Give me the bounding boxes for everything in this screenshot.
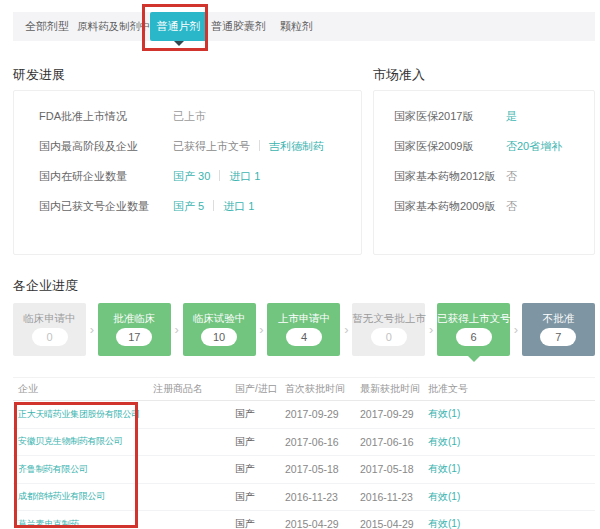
origin-cell: 国产 [235,462,285,476]
origin-cell: 国产 [235,407,285,421]
license-link[interactable]: 有效(1) [428,490,595,504]
domestic-count-link[interactable]: 国产 30 [173,170,210,182]
row-value: 已上市 [173,110,206,122]
first-approval-cell: 2017-06-16 [285,436,360,448]
chevron-right-icon [259,303,263,356]
row-label: 国家医保2009版 [394,131,506,161]
origin-cell: 国产 [235,517,285,529]
row-value: 已获得上市文号 [173,140,250,152]
row-label: 国家基本药物2009版 [394,191,506,221]
tab-granule[interactable]: 颗粒剂 [280,12,313,41]
stage-count: 17 [116,328,152,346]
import-count-link[interactable]: 进口 1 [223,200,254,212]
chevron-right-icon [175,303,179,356]
first-approval-cell: 2016-11-23 [285,491,360,503]
first-approval-cell: 2017-05-18 [285,463,360,475]
market-access-title: 市场准入 [373,66,425,84]
row-label: 国内在研企业数量 [39,161,173,191]
stage-count: 0 [371,328,407,346]
stage-count: 4 [286,328,322,346]
row-label: 国家医保2017版 [394,101,506,131]
chevron-right-icon [344,303,348,356]
row-value: 否20省增补 [506,140,562,152]
stage-label: 暂无文号批上市 [352,311,425,325]
row-value: 是 [506,110,517,122]
tab-capsule[interactable]: 普通胶囊剂 [211,12,266,41]
stage-count: 6 [456,328,492,346]
rnd-progress-title: 研发进展 [13,66,65,84]
chevron-right-icon [514,303,518,356]
first-approval-cell: 2017-09-29 [285,408,360,420]
license-link[interactable]: 有效(1) [428,462,595,476]
table-header: 企业 注册商品名 国产/进口 首次获批时间 最新获批时间 批准文号 [13,378,595,401]
company-link[interactable]: 吉利德制药 [269,140,324,152]
divider [219,170,220,181]
col-brand: 注册商品名 [153,382,235,396]
col-first-approval: 首次获批时间 [285,382,360,396]
progress-stage-row: 临床申请中 0 批准临床 17 临床试验中 10 上市申请中 4 暂无文号批上市 0 已获… [13,303,595,356]
red-annotation-box-tab [142,4,208,51]
chevron-right-icon [90,303,94,356]
license-link[interactable]: 有效(1) [428,517,595,529]
market-row-essential-2009: 国家基本药物2009版否 [394,191,517,221]
stage-marketing-application[interactable]: 上市申请中 4 [267,303,340,356]
red-annotation-box-companies [14,402,138,528]
import-count-link[interactable]: 进口 1 [229,170,260,182]
stage-label: 临床试验中 [183,311,256,325]
col-license: 批准文号 [428,382,595,396]
license-link[interactable]: 有效(1) [428,407,595,421]
row-value: 否 [506,170,517,182]
stage-label: 不批准 [522,311,595,325]
row-label: FDA批准上市情况 [39,101,173,131]
row-value: 否 [506,200,517,212]
market-row-essential-2012: 国家基本药物2012版否 [394,161,517,191]
chevron-right-icon [429,303,433,356]
stage-label: 临床申请中 [13,311,86,325]
stage-no-license-approved[interactable]: 暂无文号批上市 0 [352,303,425,356]
stage-label: 批准临床 [98,311,171,325]
stage-label: 上市申请中 [267,311,340,325]
rnd-row-licensed-count: 国内已获文号企业数量国产 5 进口 1 [39,191,254,221]
rnd-row-highest-stage: 国内最高阶段及企业已获得上市文号 吉利德制药 [39,131,324,161]
divider [259,140,260,151]
market-row-2017: 国家医保2017版是 [394,101,517,131]
company-progress-title: 各企业进度 [13,277,78,295]
row-label: 国内已获文号企业数量 [39,191,173,221]
divider [213,200,214,211]
latest-approval-cell: 2017-09-29 [360,408,428,420]
origin-cell: 国产 [235,490,285,504]
license-link[interactable]: 有效(1) [428,435,595,449]
tab-all-dosage-forms[interactable]: 全部剂型 [25,12,69,41]
rnd-row-fda: FDA批准上市情况已上市 [39,101,206,131]
stage-licensed[interactable]: 已获得上市文号 6 [437,303,510,356]
first-approval-cell: 2015-04-29 [285,518,360,529]
col-latest-approval: 最新获批时间 [360,382,428,396]
stage-count: 10 [201,328,237,346]
latest-approval-cell: 2016-11-23 [360,491,428,503]
latest-approval-cell: 2017-05-18 [360,463,428,475]
col-company: 企业 [18,382,153,396]
row-label: 国内最高阶段及企业 [39,131,173,161]
stage-clinical-application[interactable]: 临床申请中 0 [13,303,86,356]
market-access-panel: 国家医保2017版是 国家医保2009版否20省增补 国家基本药物2012版否 … [373,90,595,255]
stage-clinical-trial[interactable]: 临床试验中 10 [183,303,256,356]
row-label: 国家基本药物2012版 [394,161,506,191]
col-origin: 国产/进口 [235,382,285,396]
stage-label: 已获得上市文号 [437,311,510,325]
market-row-2009: 国家医保2009版否20省增补 [394,131,562,161]
stage-count: 0 [32,328,68,346]
origin-cell: 国产 [235,435,285,449]
stage-not-approved[interactable]: 不批准 7 [522,303,595,356]
latest-approval-cell: 2017-06-16 [360,436,428,448]
stage-count: 7 [540,328,576,346]
dosage-form-tabbar: 全部剂型 原料药及制剂中间体 普通片剂 普通胶囊剂 颗粒剂 [13,12,595,41]
rnd-progress-panel: FDA批准上市情况已上市 国内最高阶段及企业已获得上市文号 吉利德制药 国内在研企… [13,90,362,255]
latest-approval-cell: 2015-04-29 [360,518,428,529]
domestic-count-link[interactable]: 国产 5 [173,200,204,212]
rnd-row-in-research-count: 国内在研企业数量国产 30 进口 1 [39,161,260,191]
stage-clinical-approved[interactable]: 批准临床 17 [98,303,171,356]
